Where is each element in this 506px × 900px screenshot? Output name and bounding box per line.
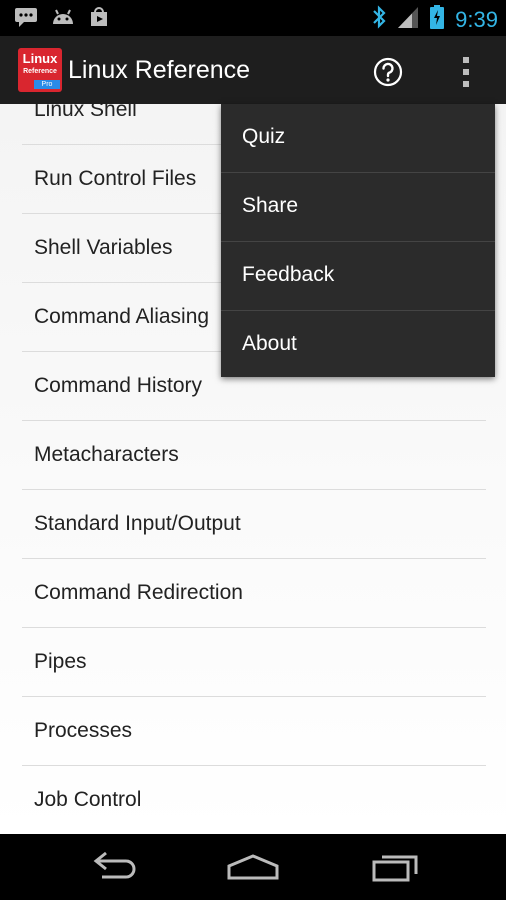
list-item[interactable]: Standard Input/Output	[22, 490, 486, 559]
list-item-label: Command Redirection	[34, 581, 243, 604]
menu-item-label: Share	[242, 194, 299, 217]
back-icon	[84, 851, 144, 890]
overflow-menu-icon	[454, 57, 478, 96]
menu-item-label: Quiz	[242, 125, 286, 148]
list-item-label: Run Control Files	[34, 167, 197, 190]
list-item[interactable]: Command Redirection	[22, 559, 486, 628]
list-item-label: Job Control	[34, 788, 142, 811]
battery-icon	[429, 4, 445, 35]
menu-item-label: About	[242, 332, 297, 355]
list-item-label: Command Aliasing	[34, 305, 210, 328]
help-button[interactable]	[372, 56, 404, 88]
status-bar: 9:39	[0, 0, 506, 36]
list-item-label: Metacharacters	[34, 443, 179, 466]
back-button[interactable]	[84, 848, 144, 886]
bluetooth-icon	[371, 4, 387, 35]
list-item-label: Command History	[34, 374, 203, 397]
list-item-label: Standard Input/Output	[34, 512, 241, 535]
list-item[interactable]: Metacharacters	[22, 421, 486, 490]
help-icon	[372, 57, 404, 92]
list-item[interactable]: Job Control	[22, 766, 486, 834]
recent-apps-button[interactable]	[366, 848, 426, 886]
list-item-label: Processes	[34, 719, 133, 742]
app-logo[interactable]: Linux Reference Pro	[18, 48, 62, 92]
list-item-label: Shell Variables	[34, 236, 173, 259]
play-store-icon	[88, 6, 110, 33]
list-item[interactable]: Processes	[22, 697, 486, 766]
overflow-popup-menu: Quiz Share Feedback About	[221, 104, 495, 377]
menu-item-feedback[interactable]: Feedback	[221, 242, 495, 311]
app-logo-line-1: Linux	[22, 51, 58, 66]
home-icon	[223, 854, 283, 890]
android-icon	[50, 6, 76, 33]
app-title: Linux Reference	[68, 56, 251, 84]
signal-icon	[397, 5, 419, 34]
list-item-label: Linux Shell	[34, 104, 137, 121]
chat-icon	[14, 6, 38, 33]
clock-time: 9:39	[455, 6, 498, 32]
list-item-label: Pipes	[34, 650, 87, 673]
menu-item-about[interactable]: About	[221, 311, 495, 379]
home-button[interactable]	[223, 848, 283, 886]
app-logo-line-3: Pro	[34, 80, 60, 89]
menu-item-label: Feedback	[242, 263, 335, 286]
list-item[interactable]: Pipes	[22, 628, 486, 697]
navigation-bar	[0, 834, 506, 900]
menu-item-quiz[interactable]: Quiz	[221, 104, 495, 173]
app-logo-line-2: Reference	[23, 68, 57, 75]
action-bar: Linux Reference Pro Linux Reference	[0, 36, 506, 104]
overflow-menu-button[interactable]	[454, 52, 478, 92]
menu-item-share[interactable]: Share	[221, 173, 495, 242]
recent-apps-icon	[366, 855, 426, 890]
